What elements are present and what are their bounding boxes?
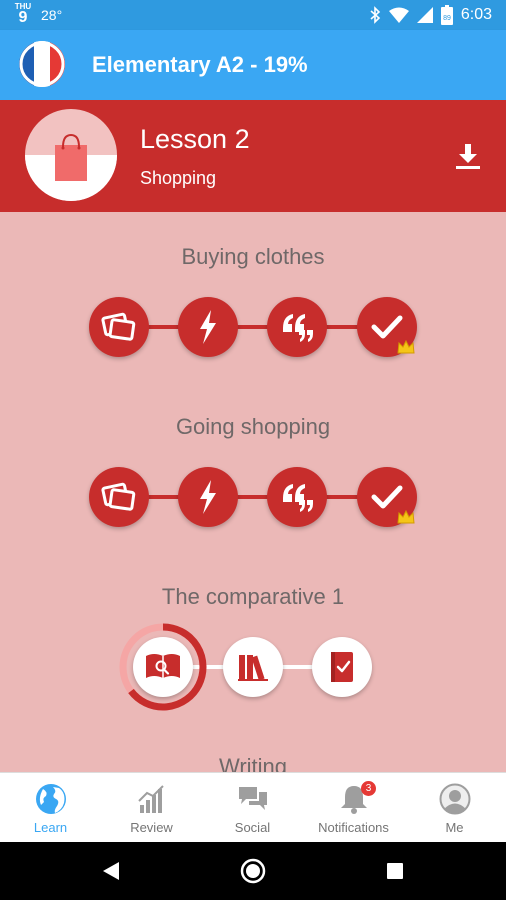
- quick-quiz-node[interactable]: [178, 467, 238, 527]
- lightning-icon: [200, 480, 216, 514]
- vocabulary-node[interactable]: [89, 297, 149, 357]
- signal-icon: [416, 7, 433, 23]
- practice-node[interactable]: [223, 637, 283, 697]
- app-bar: Elementary A2 - 19%: [0, 30, 506, 100]
- test-node[interactable]: [312, 637, 372, 697]
- books-icon: [238, 655, 268, 681]
- recents-icon[interactable]: [386, 862, 404, 880]
- lesson-subtitle: Shopping: [140, 168, 217, 188]
- checked-book-icon: [331, 652, 353, 682]
- crown-icon: [397, 340, 415, 354]
- bluetooth-icon: [370, 6, 381, 24]
- battery-level: 89: [443, 15, 451, 22]
- section-title-going-shopping: Going shopping: [175, 414, 331, 439]
- grammar-lesson-node[interactable]: [133, 637, 193, 697]
- lesson-title: Lesson 2: [140, 124, 250, 154]
- flashcards-icon: [101, 482, 136, 511]
- status-bar: THU 9 28° 89 6:03: [0, 0, 506, 30]
- nav-notifications[interactable]: 3 Notifications: [303, 773, 404, 843]
- nav-learn-label: Learn: [33, 820, 68, 835]
- status-temperature: 28°: [41, 7, 63, 23]
- system-navigation-bar: [0, 842, 506, 900]
- bottom-navigation: Learn Review Social 3 Notifications Me: [0, 772, 506, 843]
- nav-social-label: Social: [234, 820, 271, 835]
- status-time: 6:03: [460, 6, 492, 23]
- nav-social[interactable]: Social: [202, 773, 303, 843]
- status-day: 9: [18, 9, 28, 26]
- chat-icon: [239, 787, 267, 810]
- status-date: THU 9: [14, 3, 32, 26]
- check-icon: [371, 485, 403, 509]
- home-icon[interactable]: [240, 858, 266, 884]
- section-title-the-comparative-1: The comparative 1: [161, 584, 345, 609]
- french-flag-icon[interactable]: [19, 41, 65, 87]
- quote-icon: [283, 314, 313, 342]
- dialogue-node[interactable]: [267, 467, 327, 527]
- status-right-group: 89 6:03: [369, 5, 492, 25]
- nav-learn[interactable]: Learn: [0, 773, 101, 843]
- book-search-icon: [146, 654, 180, 678]
- nav-notifications-label: Notifications: [318, 820, 389, 835]
- back-icon[interactable]: [101, 861, 121, 881]
- nav-me[interactable]: Me: [404, 773, 505, 843]
- download-icon[interactable]: [454, 142, 482, 170]
- nav-review[interactable]: Review: [101, 773, 202, 843]
- check-icon: [371, 315, 403, 339]
- crown-icon: [397, 510, 415, 524]
- vocabulary-node[interactable]: [89, 467, 149, 527]
- globe-icon: [36, 784, 66, 814]
- wifi-icon: [388, 7, 409, 23]
- quick-quiz-node[interactable]: [178, 297, 238, 357]
- battery-icon: 89: [440, 5, 453, 25]
- bar-chart-icon: [138, 785, 164, 813]
- lightning-icon: [200, 310, 216, 344]
- flashcards-icon: [101, 312, 136, 341]
- lesson-image: [25, 109, 117, 201]
- notification-badge: 3: [361, 781, 376, 796]
- nav-review-label: Review: [130, 820, 173, 835]
- quote-icon: [283, 484, 313, 512]
- course-title: Elementary A2 - 19%: [92, 52, 308, 77]
- section-title-buying-clothes: Buying clothes: [181, 244, 325, 269]
- dialogue-node[interactable]: [267, 297, 327, 357]
- lesson-header: Lesson 2 Shopping: [0, 100, 506, 212]
- profile-icon: [439, 783, 471, 815]
- nav-me-label: Me: [445, 820, 464, 835]
